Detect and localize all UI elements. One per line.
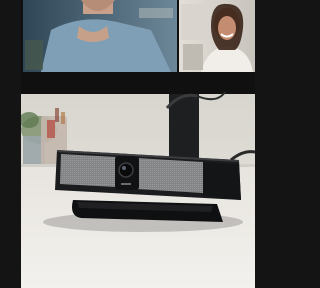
right-speaker-grille [137, 158, 203, 193]
product-photo [21, 0, 255, 288]
logo-mark [121, 183, 131, 185]
image-frame [0, 0, 255, 288]
webcam-soundbar [55, 150, 241, 222]
left-speaker-grille [60, 154, 117, 187]
camera-lens [118, 162, 134, 178]
monitor [21, 0, 255, 94]
